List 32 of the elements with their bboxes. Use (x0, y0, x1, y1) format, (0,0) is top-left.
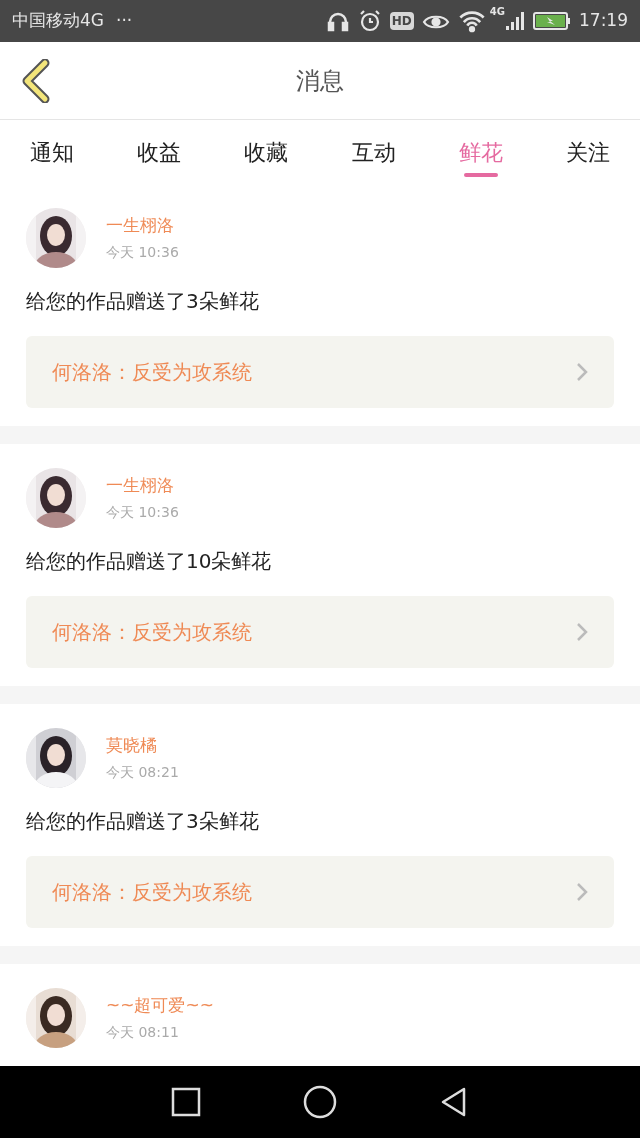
wifi-icon (457, 9, 486, 33)
chevron-right-icon (576, 362, 588, 382)
user-name: 一生栩洛 (106, 213, 175, 237)
user-name: ~~超可爱~~ (106, 993, 214, 1017)
battery-icon (533, 11, 571, 31)
carrier-name: 中国移动4G (12, 9, 104, 33)
signal-icon (505, 11, 525, 31)
tab[interactable]: 关注 (549, 120, 626, 184)
message-time: 今天 10:36 (106, 243, 179, 263)
network-type: 4G (489, 5, 505, 19)
message-text: 给您的作品赠送了3朵鲜花 (26, 808, 260, 835)
circle-icon (302, 1084, 338, 1120)
more-indicator: ··· (116, 9, 133, 33)
tab[interactable]: 通知 (14, 120, 90, 184)
message-time: 今天 10:36 (106, 503, 179, 523)
message-text: 给您的作品赠送了3朵鲜花 (26, 288, 260, 315)
home-button[interactable] (302, 1084, 338, 1120)
user-name: 莫晓橘 (106, 733, 158, 757)
message-time: 今天 08:21 (106, 763, 179, 783)
square-icon (170, 1086, 202, 1118)
chevron-right-icon (576, 882, 588, 902)
hd-badge: HD (389, 12, 414, 30)
tab[interactable]: 收藏 (228, 120, 305, 184)
tab[interactable]: 互动 (335, 120, 412, 184)
chevron-right-icon (576, 622, 588, 642)
clock-time: 17:19 (579, 9, 628, 33)
page-title: 消息 (296, 65, 344, 97)
user-name: 一生栩洛 (106, 473, 175, 497)
recent-apps-button[interactable] (170, 1086, 202, 1118)
message-time: 今天 08:11 (106, 1023, 180, 1043)
tab[interactable]: 收益 (121, 120, 198, 184)
message-text: 给您的作品赠送了10朵鲜花 (26, 548, 273, 575)
